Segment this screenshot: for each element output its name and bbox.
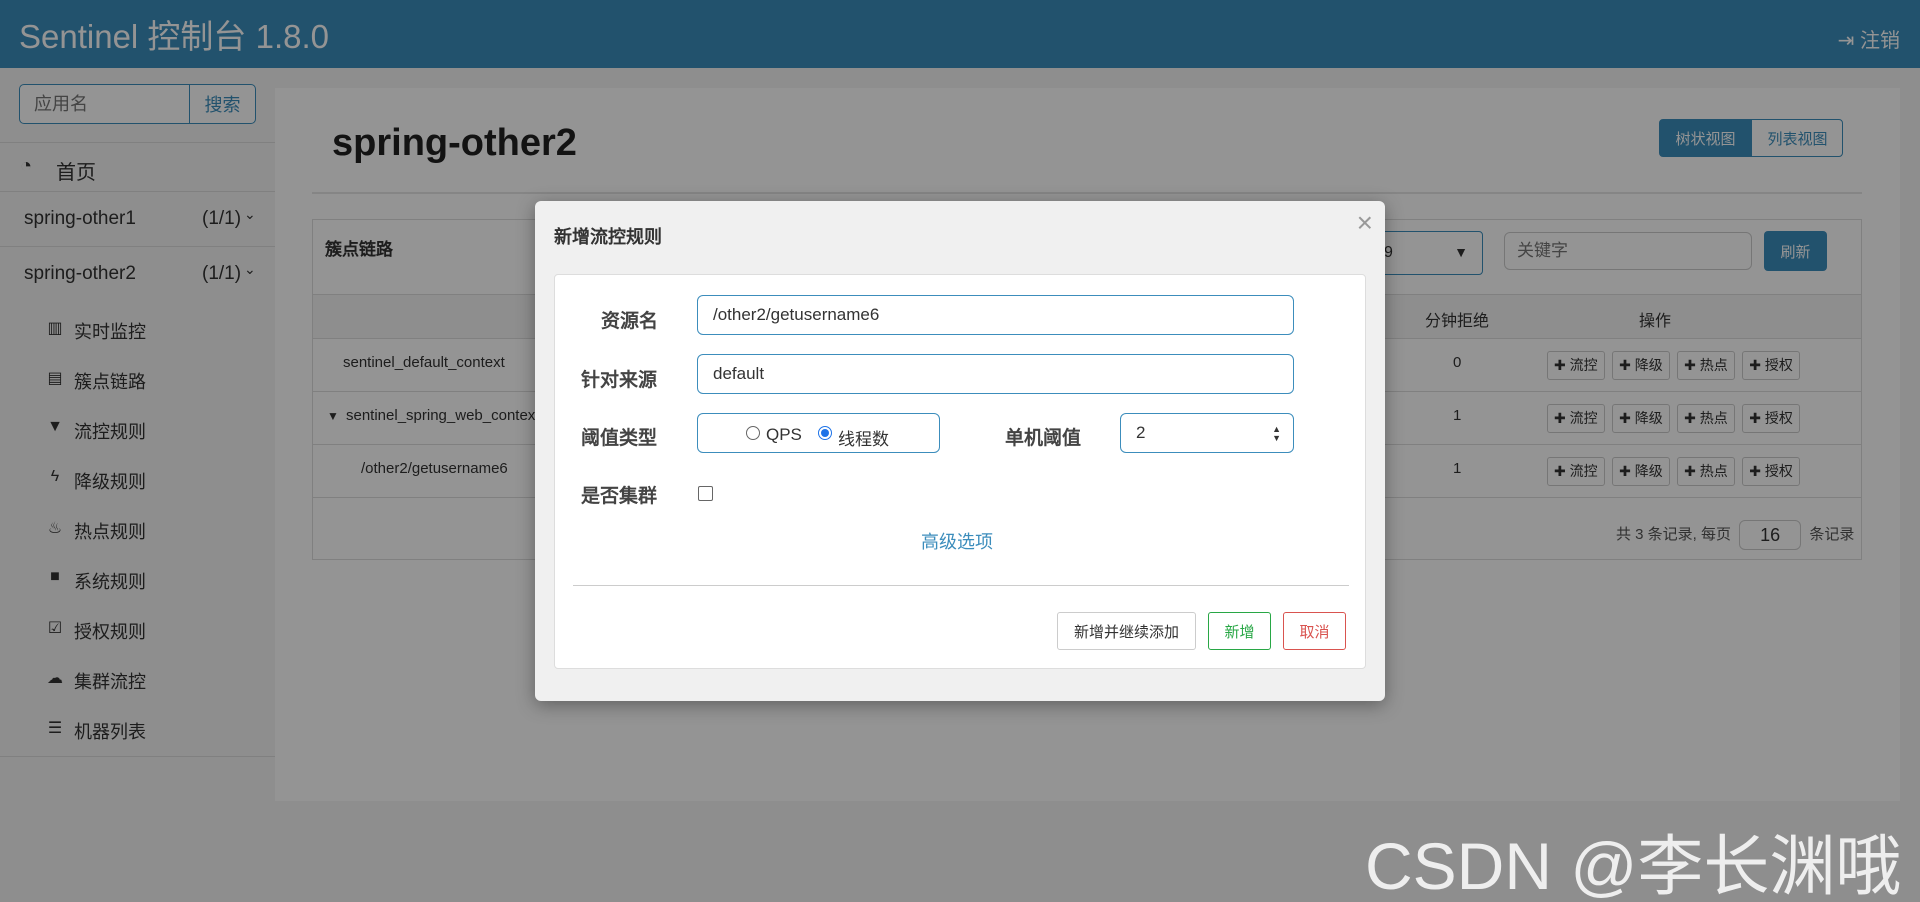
- limit-origin-input[interactable]: [697, 354, 1294, 394]
- resource-label: 资源名: [601, 311, 659, 332]
- dialog-title: 新增流控规则: [554, 227, 662, 247]
- add-button[interactable]: 新增: [1208, 612, 1271, 650]
- origin-label: 针对来源: [581, 370, 658, 391]
- grade-radio-group: QPS 线程数: [697, 413, 940, 453]
- thread-count-radio-label: 线程数: [838, 430, 889, 449]
- threshold-input[interactable]: 2 ▲ ▼: [1120, 413, 1294, 453]
- thread-count-radio[interactable]: [818, 426, 832, 440]
- cluster-label: 是否集群: [581, 486, 658, 507]
- number-spinner-icon[interactable]: ▲ ▼: [1272, 425, 1281, 443]
- cancel-button[interactable]: 取消: [1283, 612, 1346, 650]
- resource-name-input[interactable]: [697, 295, 1294, 335]
- cluster-mode-checkbox[interactable]: [698, 486, 713, 501]
- watermark: CSDN @李长渊哦: [1365, 829, 1902, 902]
- add-flow-rule-dialog: 新增流控规则 × 资源名 针对来源 阈值类型 QPS 线程数 单机阈值 2 ▲▼…: [535, 201, 1385, 701]
- close-icon[interactable]: ×: [1357, 207, 1373, 239]
- threshold-value: 2: [1136, 423, 1146, 442]
- qps-radio-label: QPS: [766, 425, 802, 444]
- qps-radio[interactable]: [746, 426, 760, 440]
- dialog-divider: [573, 585, 1349, 586]
- grade-label: 阈值类型: [581, 428, 658, 449]
- dialog-form: 资源名 针对来源 阈值类型 QPS 线程数 单机阈值 2 ▲▼ 是否集群 高级选…: [554, 274, 1366, 669]
- advanced-options-link[interactable]: 高级选项: [921, 528, 993, 554]
- threshold-label: 单机阈值: [1005, 428, 1082, 449]
- add-and-continue-button[interactable]: 新增并继续添加: [1057, 612, 1196, 650]
